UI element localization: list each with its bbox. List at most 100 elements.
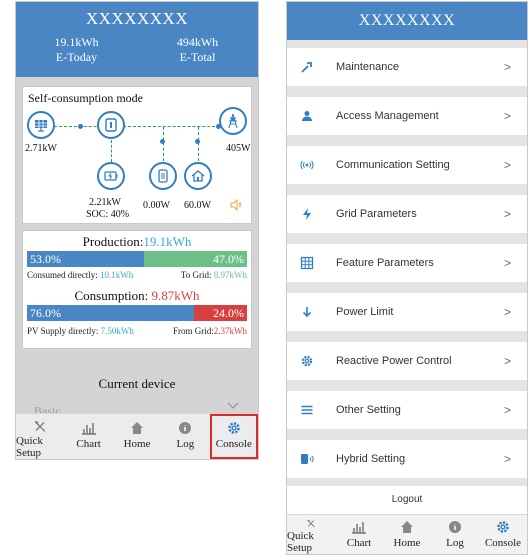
production-value: 19.1kWh — [143, 234, 192, 249]
tab-console[interactable]: Console — [479, 515, 527, 554]
arrow-down-icon — [300, 305, 314, 319]
info-icon — [449, 521, 461, 533]
flow-dot — [78, 124, 83, 129]
consumed-label: Consumed directly: — [27, 270, 98, 280]
tab-log[interactable]: Log — [161, 414, 209, 459]
menu-item-label: Hybrid Setting — [336, 453, 406, 465]
inverter-icon[interactable] — [97, 111, 125, 139]
home-icon — [131, 422, 144, 434]
energy-flow-card: Self-consumption mode 2.71kW 405W 2.21kW… — [22, 86, 252, 224]
list-icon — [300, 403, 314, 417]
tab-quick-setup[interactable]: Quick Setup — [16, 414, 64, 459]
tools-icon — [34, 421, 46, 432]
consumption-title: Consumption: 9.87kWh — [23, 288, 251, 305]
gear-icon — [497, 521, 509, 533]
from-grid-value: 2.37kWh — [213, 326, 247, 336]
battery-icon[interactable] — [97, 162, 125, 190]
menu-item-power-limit[interactable]: Power Limit > — [287, 293, 527, 331]
tab-label: Console — [215, 438, 252, 450]
production-title: Production:19.1kWh — [23, 234, 251, 251]
from-grid-label: From Grid: — [172, 326, 214, 336]
lightning-icon — [300, 207, 314, 221]
tab-home[interactable]: Home — [383, 515, 431, 554]
tab-log[interactable]: Log — [431, 515, 479, 554]
chevron-right-icon: > — [503, 207, 511, 221]
production-details: Consumed directly: 10.1kWh To Grid: 8.97… — [27, 270, 247, 280]
console-title: XXXXXXXX — [287, 2, 527, 40]
flow-line-load — [198, 127, 199, 161]
tab-label: Log — [176, 438, 195, 450]
pv-power: 2.71kW — [25, 143, 57, 154]
e-today-label: E-Today — [55, 50, 98, 64]
menu-item-label: Maintenance — [336, 61, 399, 73]
chevron-right-icon: > — [503, 452, 511, 466]
menu-item-label: Power Limit — [336, 306, 394, 318]
chevron-right-icon: > — [503, 354, 511, 368]
menu-item-access-management[interactable]: Access Management > — [287, 97, 527, 135]
current-device-heading: Current device — [98, 376, 176, 391]
user-icon — [300, 109, 314, 123]
menu-item-other-setting[interactable]: Other Setting > — [287, 391, 527, 429]
chevron-right-icon: > — [503, 109, 511, 123]
console-screen: XXXXXXXX Maintenance > Access Management… — [286, 1, 528, 555]
consumption-label: Consumption: — [74, 288, 149, 303]
bar-chart-icon — [352, 522, 366, 534]
speaker-icon[interactable] — [230, 198, 242, 212]
bar-chart-icon — [81, 423, 96, 435]
menu-item-label: Reactive Power Control — [336, 355, 452, 367]
tab-home[interactable]: Home — [113, 414, 161, 459]
menu-item-grid-parameters[interactable]: Grid Parameters > — [287, 195, 527, 233]
meter-icon[interactable] — [149, 162, 177, 190]
info-icon — [179, 422, 192, 434]
menu-item-label: Communication Setting — [336, 159, 450, 171]
tab-chart[interactable]: Chart — [335, 515, 383, 554]
e-total-label: E-Total — [179, 50, 216, 64]
tab-label: Console — [484, 537, 522, 549]
battery-power: 2.21kW — [89, 197, 121, 208]
tab-label: Chart — [76, 438, 101, 450]
tab-console[interactable]: Console — [209, 414, 258, 459]
home-load-icon[interactable] — [184, 162, 212, 190]
flow-line-battery — [111, 140, 112, 162]
grid-icon — [300, 256, 314, 270]
battery-soc: SOC: 40% — [86, 209, 130, 220]
tab-label: Quick Setup — [287, 530, 314, 554]
grid-tower-icon[interactable] — [219, 107, 247, 135]
consumption-value: 9.87kWh — [151, 288, 200, 303]
production-label: Production: — [82, 234, 144, 249]
production-bar: 53.0% 47.0% — [27, 251, 247, 267]
tab-label: Home — [393, 537, 421, 549]
menu-item-label: Other Setting — [336, 404, 401, 416]
solar-panel-icon[interactable] — [27, 111, 55, 139]
chevron-right-icon: > — [503, 158, 511, 172]
tab-label: Log — [446, 537, 464, 549]
consumed-value: 10.1kWh — [100, 270, 134, 280]
summary-header: XXXXXXXX 19.1kWh 494kWh E-Today E-Total — [16, 2, 258, 77]
wrench-icon — [300, 60, 314, 74]
production-consumption-card: Production:19.1kWh 53.0% 47.0% Consumed … — [22, 230, 252, 349]
signal-icon — [300, 158, 314, 172]
pv-supply-label: PV Supply directly: — [27, 326, 99, 336]
gear-icon — [228, 422, 240, 434]
consumption-details: PV Supply directly: 7.50kWh From Grid:2.… — [27, 326, 247, 336]
e-total-value: 494kWh — [176, 35, 219, 49]
home-icon — [401, 521, 413, 533]
tools-icon — [307, 519, 315, 528]
gear-icon — [300, 354, 314, 368]
chevron-right-icon: > — [503, 305, 511, 319]
production-togrid-segment: 47.0% — [143, 251, 247, 267]
tab-chart[interactable]: Chart — [64, 414, 112, 459]
logout-button[interactable]: Logout — [287, 494, 527, 505]
menu-item-maintenance[interactable]: Maintenance > — [287, 48, 527, 86]
bottom-tab-bar: Quick Setup Chart Home Log Console — [16, 413, 258, 459]
consumption-grid-segment: 24.0% — [194, 305, 247, 321]
menu-item-communication-setting[interactable]: Communication Setting > — [287, 146, 527, 184]
menu-item-reactive-power-control[interactable]: Reactive Power Control > — [287, 342, 527, 380]
chevron-down-icon[interactable] — [226, 398, 240, 412]
consumption-pv-segment: 76.0% — [27, 305, 195, 321]
tab-quick-setup[interactable]: Quick Setup — [287, 515, 335, 554]
togrid-value: 8.97kWh — [213, 270, 247, 280]
menu-item-feature-parameters[interactable]: Feature Parameters > — [287, 244, 527, 282]
menu-item-hybrid-setting[interactable]: Hybrid Setting > — [287, 440, 527, 478]
mode-label: Self-consumption mode — [28, 91, 143, 105]
